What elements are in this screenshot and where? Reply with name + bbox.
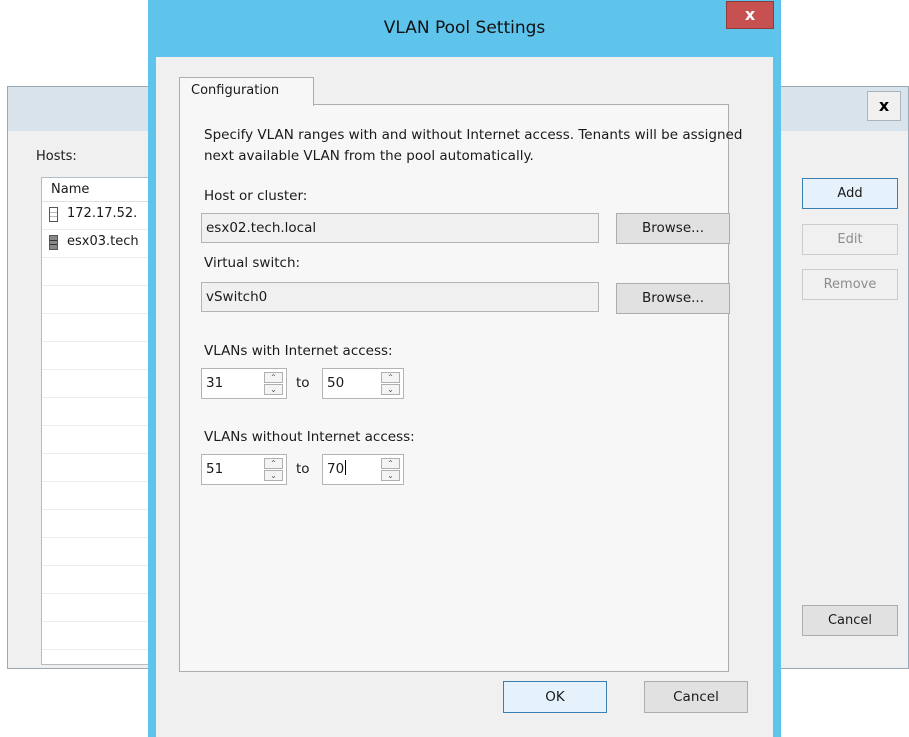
cancel-button[interactable]: Cancel [644, 681, 748, 713]
chevron-down-icon[interactable]: ⌄ [381, 470, 400, 481]
remove-button[interactable]: Remove [802, 269, 898, 300]
add-button[interactable]: Add [802, 178, 898, 209]
description-text: Specify VLAN ranges with and without Int… [204, 127, 743, 164]
edit-button[interactable]: Edit [802, 224, 898, 255]
virtual-switch-field[interactable]: vSwitch0 [201, 282, 599, 312]
vlan-without-to-stepper[interactable]: 70 ⌃ ⌄ [322, 454, 404, 485]
vlans-with-internet-label: VLANs with Internet access: [204, 343, 393, 359]
virtual-switch-label: Virtual switch: [204, 255, 301, 271]
vlan-with-from-stepper[interactable]: 31 ⌃ ⌄ [201, 368, 287, 399]
chevron-up-icon[interactable]: ⌃ [264, 372, 283, 383]
hosts-cancel-button[interactable]: Cancel [802, 605, 898, 636]
to-label: to [296, 375, 310, 391]
chevron-down-icon[interactable]: ⌄ [264, 384, 283, 395]
dialog-title: VLAN Pool Settings [383, 18, 546, 38]
chevron-up-icon[interactable]: ⌃ [264, 458, 283, 469]
hosts-window-close-button[interactable]: x [867, 91, 901, 121]
vlan-pool-settings-dialog: VLAN Pool Settings x Configuration Speci… [148, 0, 781, 737]
tab-configuration[interactable]: Configuration [179, 77, 314, 106]
text-caret [345, 460, 347, 475]
server-icon [49, 235, 58, 250]
browse-host-button[interactable]: Browse... [616, 213, 730, 244]
vlans-without-internet-label: VLANs without Internet access: [204, 429, 415, 445]
dialog-body: Configuration Specify VLAN ranges with a… [156, 57, 773, 737]
to-label: to [296, 461, 310, 477]
host-or-cluster-label: Host or cluster: [204, 188, 308, 204]
hosts-label: Hosts: [36, 149, 77, 164]
server-icon [49, 207, 58, 222]
browse-switch-button[interactable]: Browse... [616, 283, 730, 314]
host-or-cluster-field[interactable]: esx02.tech.local [201, 213, 599, 243]
ok-button[interactable]: OK [503, 681, 607, 713]
chevron-up-icon[interactable]: ⌃ [381, 372, 400, 383]
vlan-with-to-stepper[interactable]: 50 ⌃ ⌄ [322, 368, 404, 399]
chevron-down-icon[interactable]: ⌄ [381, 384, 400, 395]
vlan-without-from-stepper[interactable]: 51 ⌃ ⌄ [201, 454, 287, 485]
chevron-down-icon[interactable]: ⌄ [264, 470, 283, 481]
chevron-up-icon[interactable]: ⌃ [381, 458, 400, 469]
dialog-close-button[interactable]: x [726, 1, 774, 29]
